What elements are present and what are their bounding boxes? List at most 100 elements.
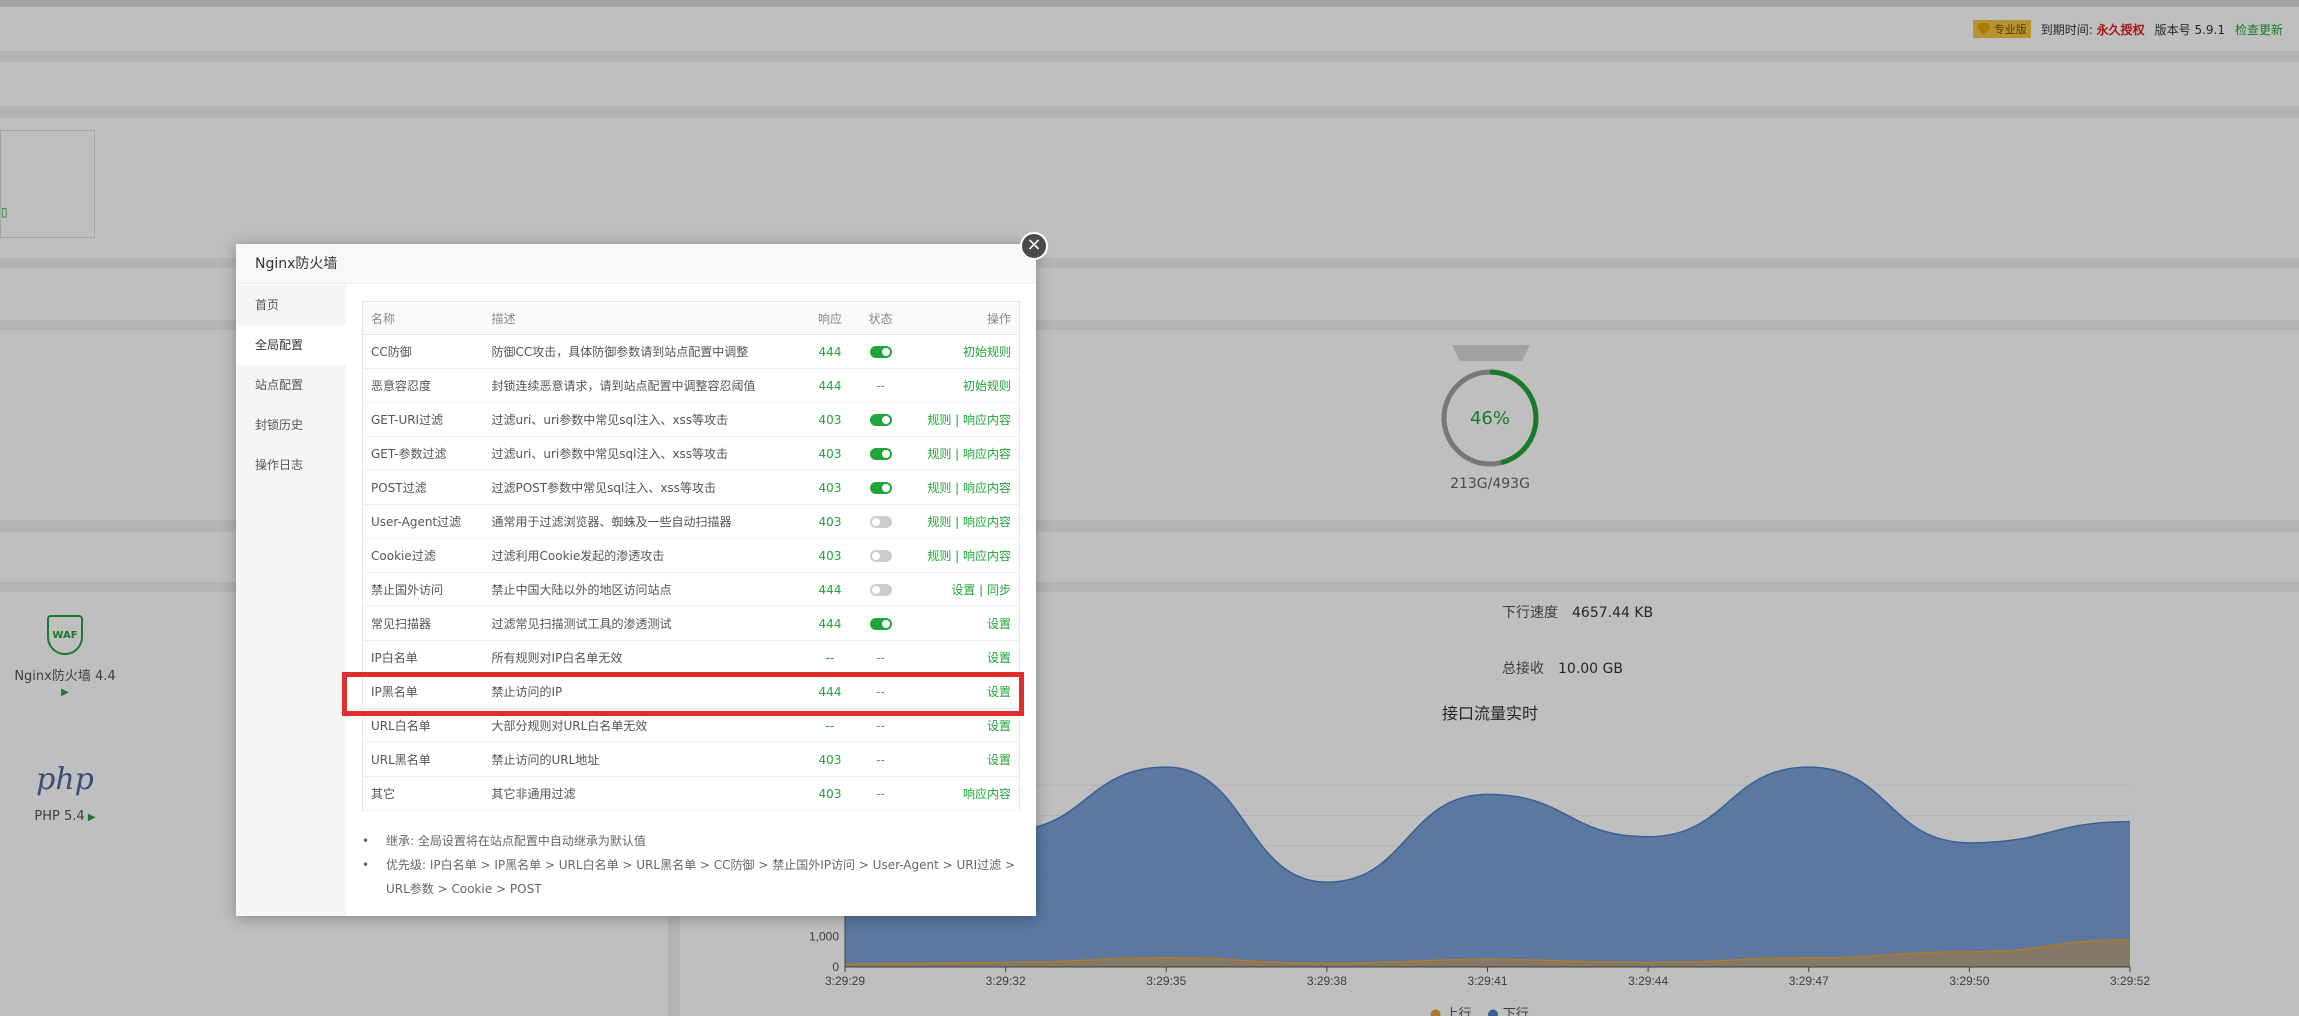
rule-status	[856, 470, 905, 505]
menu-item-home[interactable]: 首页	[236, 285, 346, 325]
col-status: 状态	[856, 301, 905, 335]
dialog-title: Nginx防火墙	[236, 244, 1036, 284]
rule-status: --	[856, 776, 905, 811]
rule-ops-link[interactable]: 初始规则	[904, 334, 1020, 369]
rule-code: 444	[803, 572, 857, 607]
menu-item-block-history[interactable]: 封锁历史	[236, 405, 346, 445]
rule-status: --	[856, 708, 905, 743]
table-row: POST过滤 过滤POST参数中常见sql注入、xss等攻击 403 规则 | 响应内…	[362, 470, 1020, 505]
rule-desc: 禁止中国大陆以外的地区访问站点	[483, 572, 804, 607]
rule-status	[856, 538, 905, 573]
rule-name: CC防御	[362, 334, 484, 369]
rule-code: 403	[803, 776, 857, 811]
table-row: 禁止国外访问 禁止中国大陆以外的地区访问站点 444 设置 | 同步	[362, 572, 1020, 607]
table-row: URL白名单 大部分规则对URL白名单无效 -- -- 设置	[362, 708, 1020, 743]
rule-ops-link[interactable]: 设置	[904, 742, 1020, 777]
rule-status: --	[856, 674, 905, 709]
table-row: 恶意容忍度 封锁连续恶意请求，请到站点配置中调整容忍阈值 444 -- 初始规则	[362, 368, 1020, 403]
rule-name: 常见扫描器	[362, 606, 484, 641]
rule-toggle[interactable]	[869, 516, 892, 528]
col-code: 响应	[803, 301, 857, 335]
table-row: IP黑名单 禁止访问的IP 444 -- 设置	[362, 674, 1020, 709]
rule-ops-link[interactable]: 规则 | 响应内容	[904, 470, 1020, 505]
rule-code: 403	[803, 504, 857, 539]
rule-code: 403	[803, 402, 857, 437]
rule-ops-link[interactable]: 规则 | 响应内容	[904, 538, 1020, 573]
rule-status: --	[856, 368, 905, 403]
rule-desc: 大部分规则对URL白名单无效	[483, 708, 804, 743]
note-inherit: 继承: 全局设置将在站点配置中自动继承为默认值	[362, 829, 1020, 853]
col-ops: 操作	[904, 301, 1020, 335]
rules-table: 名称 描述 响应 状态 操作 CC防御 防御CC攻击，具体防御参数请到站点配置中调…	[362, 301, 1020, 811]
rule-status	[856, 572, 905, 607]
rule-toggle[interactable]	[869, 618, 892, 630]
rule-name: 恶意容忍度	[362, 368, 484, 403]
rule-status	[856, 606, 905, 641]
rule-status	[856, 436, 905, 471]
rule-ops-link[interactable]: 规则 | 响应内容	[904, 504, 1020, 539]
rule-toggle[interactable]	[869, 550, 892, 562]
menu-item-operation-log[interactable]: 操作日志	[236, 445, 346, 485]
rule-status	[856, 402, 905, 437]
rule-desc: 封锁连续恶意请求，请到站点配置中调整容忍阈值	[483, 368, 804, 403]
rule-toggle[interactable]	[869, 584, 892, 596]
table-row: URL黑名单 禁止访问的URL地址 403 -- 设置	[362, 742, 1020, 777]
menu-item-global-config[interactable]: 全局配置	[236, 325, 346, 365]
rule-ops-link[interactable]: 初始规则	[904, 368, 1020, 403]
rule-name: User-Agent过滤	[362, 504, 484, 539]
rule-name: GET-参数过滤	[362, 436, 484, 471]
menu-item-site-config[interactable]: 站点配置	[236, 365, 346, 405]
rule-status	[856, 334, 905, 369]
rule-status: --	[856, 742, 905, 777]
table-row: IP白名单 所有规则对IP白名单无效 -- -- 设置	[362, 640, 1020, 675]
col-desc: 描述	[483, 301, 804, 335]
col-name: 名称	[362, 301, 484, 335]
rule-desc: 过滤uri、uri参数中常见sql注入、xss等攻击	[483, 402, 804, 437]
rule-status	[856, 504, 905, 539]
rule-desc: 过滤利用Cookie发起的渗透攻击	[483, 538, 804, 573]
rule-ops-link[interactable]: 设置	[904, 606, 1020, 641]
rule-code: --	[803, 708, 857, 743]
table-row: GET-URI过滤 过滤uri、uri参数中常见sql注入、xss等攻击 403 规则…	[362, 402, 1020, 437]
rule-name: 其它	[362, 776, 484, 811]
table-row: Cookie过滤 过滤利用Cookie发起的渗透攻击 403 规则 | 响应内容	[362, 538, 1020, 573]
rule-name: IP白名单	[362, 640, 484, 675]
rule-code: --	[803, 640, 857, 675]
rule-toggle[interactable]	[869, 346, 892, 358]
rule-name: GET-URI过滤	[362, 402, 484, 437]
rules-table-body: CC防御 防御CC攻击，具体防御参数请到站点配置中调整 444 初始规则 恶意容忍度 封锁…	[362, 334, 1020, 811]
rule-desc: 过滤常见扫描测试工具的渗透测试	[483, 606, 804, 641]
rule-toggle[interactable]	[869, 448, 892, 460]
rule-desc: 通常用于过滤浏览器、蜘蛛及一些自动扫描器	[483, 504, 804, 539]
rule-toggle[interactable]	[869, 482, 892, 494]
rule-status: --	[856, 640, 905, 675]
rule-name: IP黑名单	[362, 674, 484, 709]
rule-ops-link[interactable]: 设置 | 同步	[904, 572, 1020, 607]
rule-code: 444	[803, 674, 857, 709]
rule-desc: 所有规则对IP白名单无效	[483, 640, 804, 675]
rule-code: 444	[803, 368, 857, 403]
rule-name: URL黑名单	[362, 742, 484, 777]
rule-name: POST过滤	[362, 470, 484, 505]
rule-desc: 防御CC攻击，具体防御参数请到站点配置中调整	[483, 334, 804, 369]
rule-ops-link[interactable]: 规则 | 响应内容	[904, 402, 1020, 437]
rule-name: Cookie过滤	[362, 538, 484, 573]
rule-ops-link[interactable]: 设置	[904, 640, 1020, 675]
rule-desc: 禁止访问的IP	[483, 674, 804, 709]
note-priority: 优先级: IP白名单 > IP黑名单 > URL白名单 > URL黑名单 > C…	[362, 853, 1020, 901]
rule-ops-link[interactable]: 设置	[904, 708, 1020, 743]
nginx-firewall-dialog: Nginx防火墙 × 首页 全局配置 站点配置 封锁历史 操作日志 名称 描述 …	[236, 232, 1048, 916]
rule-ops-link[interactable]: 响应内容	[904, 776, 1020, 811]
table-row: 其它 其它非通用过滤 403 -- 响应内容	[362, 776, 1020, 811]
notes-list: 继承: 全局设置将在站点配置中自动继承为默认值 优先级: IP白名单 > IP黑…	[362, 829, 1020, 901]
rule-ops-link[interactable]: 规则 | 响应内容	[904, 436, 1020, 471]
rule-code: 403	[803, 436, 857, 471]
close-icon[interactable]: ×	[1020, 232, 1048, 260]
rule-desc: 禁止访问的URL地址	[483, 742, 804, 777]
table-row: CC防御 防御CC攻击，具体防御参数请到站点配置中调整 444 初始规则	[362, 334, 1020, 369]
rule-code: 444	[803, 606, 857, 641]
rule-ops-link[interactable]: 设置	[904, 674, 1020, 709]
table-row: User-Agent过滤 通常用于过滤浏览器、蜘蛛及一些自动扫描器 403 规则 | …	[362, 504, 1020, 539]
rule-toggle[interactable]	[869, 414, 892, 426]
table-row: GET-参数过滤 过滤uri、uri参数中常见sql注入、xss等攻击 403 规则 …	[362, 436, 1020, 471]
